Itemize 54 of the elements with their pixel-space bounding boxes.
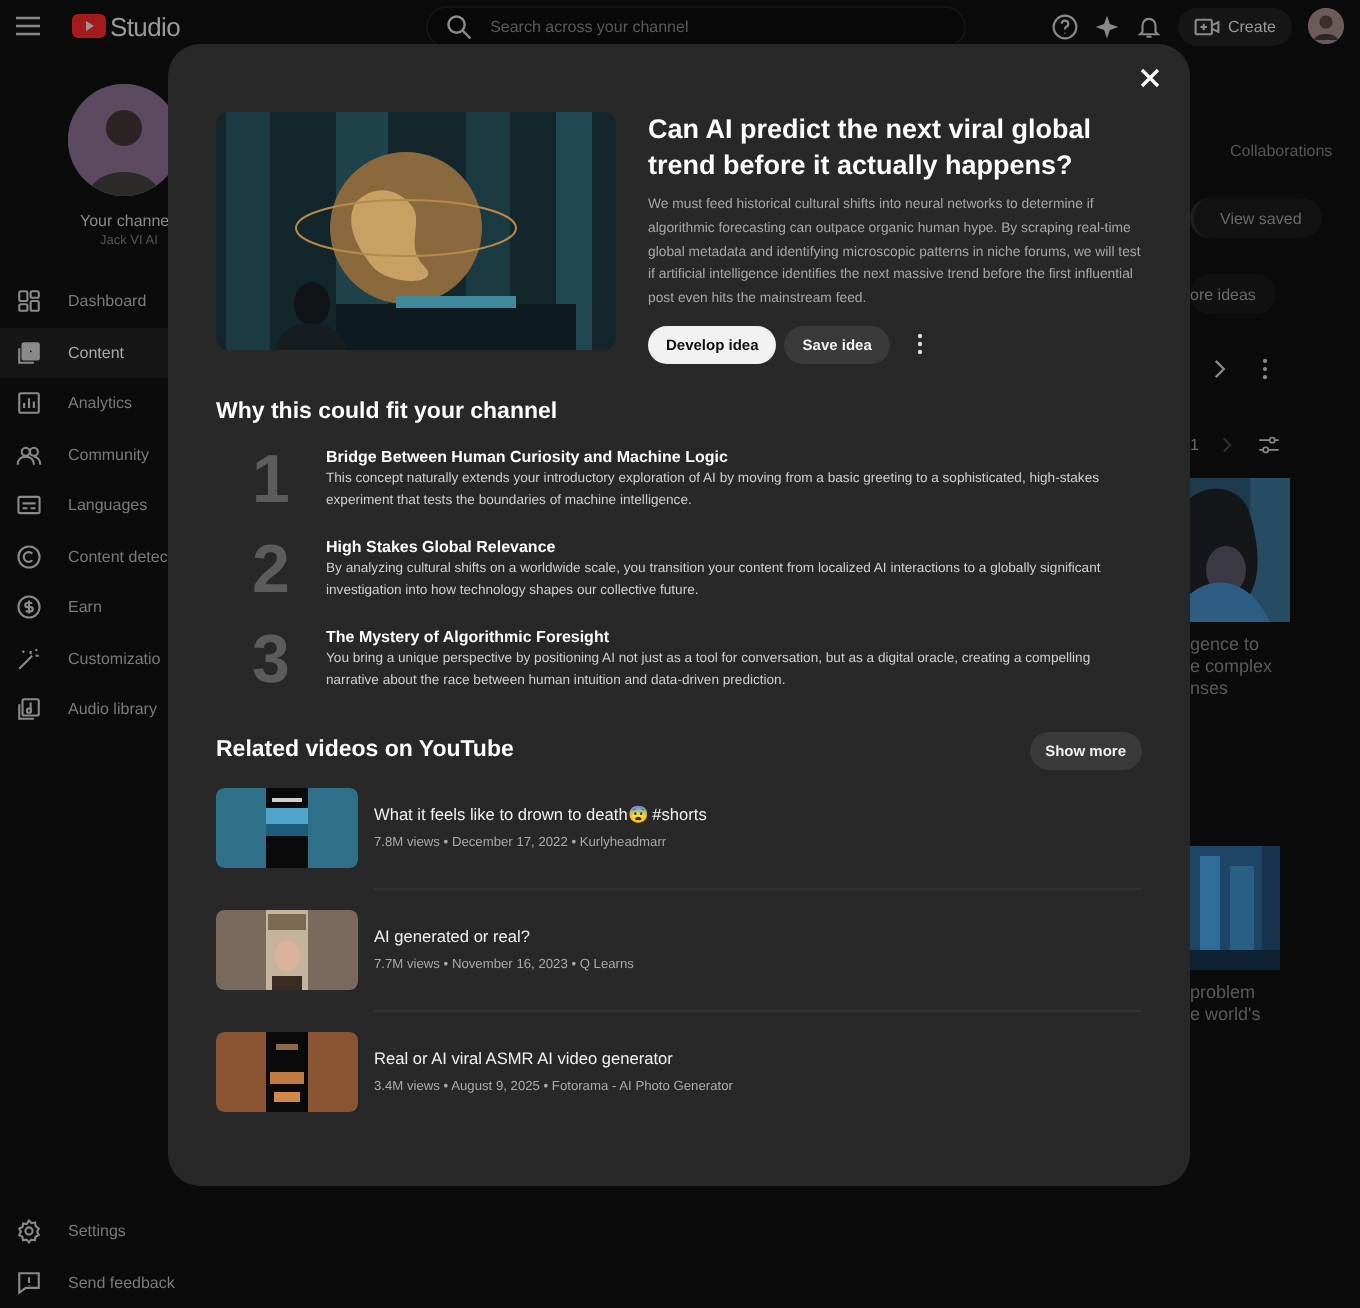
sidebar-item[interactable]: Audio library [0, 684, 168, 735]
community-icon [16, 441, 42, 468]
video-title-line: problem [1190, 982, 1258, 1004]
app-logo-text: Studio [110, 11, 181, 41]
help-icon[interactable] [1051, 13, 1078, 39]
sidebar-item[interactable]: Settings [0, 1206, 168, 1257]
reason-title: The Mystery of Algorithmic Foresight [326, 626, 611, 649]
video-title-line: gence to [1190, 634, 1262, 656]
channel-title: Your channe [80, 212, 168, 230]
sidebar-item[interactable]: Customizatio [0, 633, 168, 684]
video-camera-icon [1193, 13, 1220, 39]
video-title-line: e complex [1190, 656, 1275, 678]
languages-icon [16, 492, 42, 519]
customization-icon [16, 645, 42, 672]
video-title: What it feels like to drown to death😨 #shorts [374, 804, 709, 825]
sidebar-item[interactable]: Content detec [0, 531, 168, 582]
more-ideas-button[interactable]: ore ideas [1190, 274, 1276, 314]
sidebar-item[interactable]: Community [0, 429, 168, 480]
page-number: 1 [1190, 436, 1199, 454]
filter-icon[interactable] [1256, 432, 1283, 458]
reason-title: High Stakes Global Relevance [326, 536, 558, 559]
avatar-icon[interactable] [1308, 8, 1344, 44]
search-icon [446, 13, 473, 39]
play-logo-icon [72, 14, 106, 38]
sidebar-item[interactable]: Languages [0, 480, 168, 531]
collaborations-tab[interactable]: Collaborations [1230, 142, 1360, 160]
audio-icon [16, 696, 42, 723]
earn-icon [16, 594, 42, 621]
close-icon[interactable] [1136, 64, 1164, 92]
sparkle-icon[interactable] [1093, 13, 1120, 39]
copyright-icon [16, 543, 42, 570]
video-title: Real or AI viral ASMR AI video generator [374, 1048, 675, 1069]
view-saved-button[interactable]: View saved [1190, 198, 1322, 238]
menu-icon[interactable] [16, 16, 40, 36]
section-heading: Related videos on YouTube [216, 738, 514, 763]
video-title-line: nses [1190, 678, 1231, 700]
sidebar-item[interactable]: Dashboard [0, 276, 168, 327]
search-input[interactable]: Search across your channel [486, 15, 935, 37]
reason-title: Bridge Between Human Curiosity and Machine Logic [326, 446, 730, 469]
search-field[interactable]: Search across your channel [426, 5, 967, 47]
bell-icon[interactable] [1135, 13, 1162, 39]
sidebar-item[interactable]: Earn [0, 582, 168, 633]
sidebar-item[interactable]: Content [0, 327, 168, 378]
settings-icon [16, 1218, 42, 1245]
section-heading: Why this could fit your channel [216, 399, 560, 424]
video-title-line: e world's [1190, 1004, 1263, 1026]
idea-title: Can AI predict the next viral global trend before it actually happens? [648, 112, 1094, 184]
analytics-icon [16, 390, 42, 417]
create-button[interactable]: Create [1177, 7, 1292, 45]
video-title: AI generated or real? [374, 926, 532, 947]
content-icon [16, 339, 42, 366]
feedback-icon [16, 1269, 42, 1296]
sidebar-item[interactable]: Analytics [0, 378, 168, 429]
dashboard-icon [16, 288, 42, 315]
